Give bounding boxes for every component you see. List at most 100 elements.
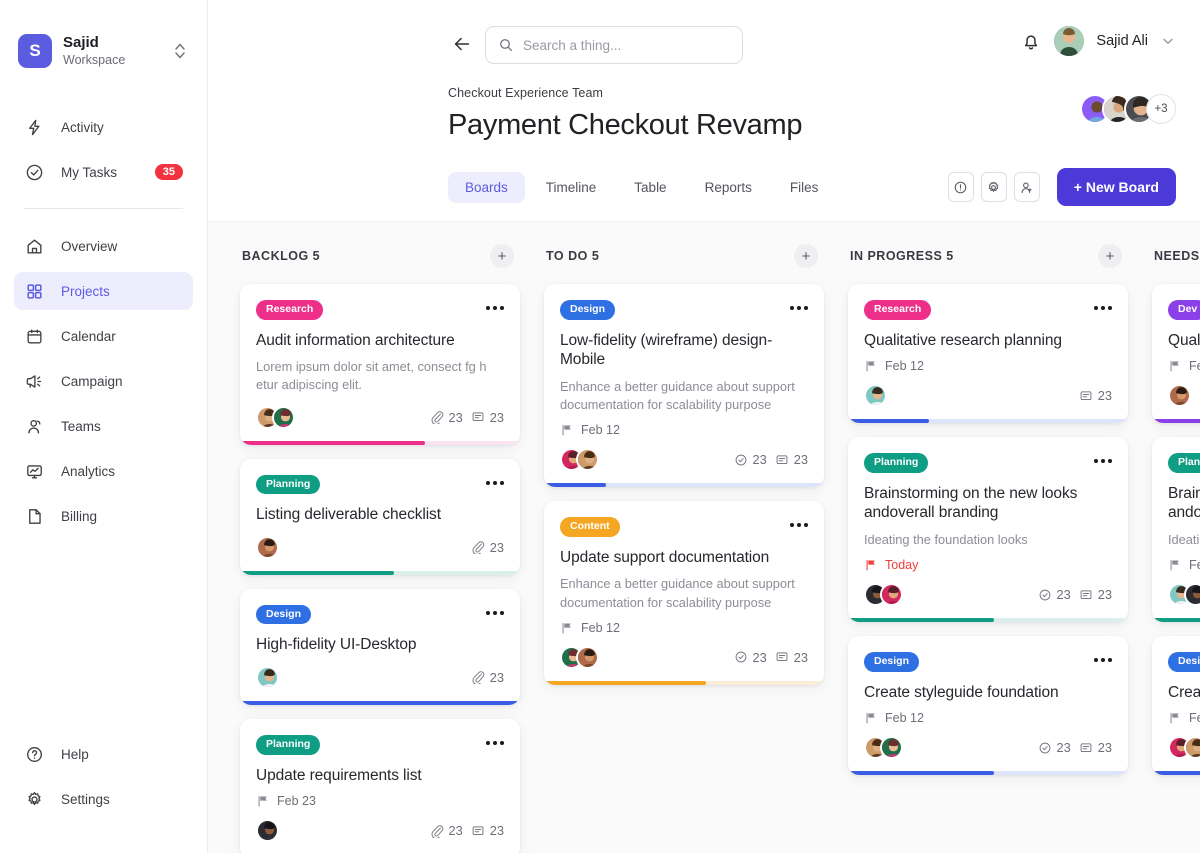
- flag-icon: [1170, 361, 1179, 372]
- card-top: Design: [1168, 652, 1200, 672]
- tab-boards[interactable]: Boards: [448, 172, 525, 203]
- task-card[interactable]: Design Low-fidelity (wireframe) design-M…: [544, 284, 824, 488]
- info-circle-icon: [955, 181, 967, 193]
- task-card[interactable]: Planning Update requirements list Feb 23 …: [240, 718, 520, 853]
- avatar[interactable]: [1054, 26, 1085, 56]
- attachment-icon: [472, 671, 485, 685]
- info-button[interactable]: [947, 172, 974, 202]
- card-assignees[interactable]: [256, 405, 295, 429]
- flag-icon: [562, 622, 571, 634]
- sidebar-item-calendar[interactable]: Calendar: [14, 317, 193, 355]
- task-card[interactable]: Planning Brainstorming on the new looks …: [1152, 437, 1200, 623]
- card-menu-button[interactable]: [1094, 453, 1112, 464]
- back-button[interactable]: [448, 30, 476, 58]
- task-card[interactable]: Dev Qualitative research planning Feb 12: [1152, 284, 1200, 424]
- column-title: NEEDS REVIEW: [1154, 249, 1200, 263]
- bell-icon[interactable]: [1020, 30, 1042, 52]
- task-card[interactable]: Design High-fidelity UI-Desktop 23: [240, 588, 520, 705]
- search-input[interactable]: [523, 37, 730, 53]
- card-assignees[interactable]: [256, 665, 279, 689]
- sidebar-item-label: Projects: [61, 283, 110, 299]
- card-assignees[interactable]: [256, 819, 279, 843]
- card-title: Qualitative research planning: [864, 331, 1062, 349]
- card-top: Planning: [1168, 453, 1200, 473]
- card-top: Design: [256, 604, 504, 625]
- add-card-button[interactable]: +: [490, 244, 514, 268]
- new-board-button[interactable]: + New Board: [1056, 168, 1176, 206]
- sidebar-item-billing[interactable]: Billing: [14, 497, 193, 535]
- project-members[interactable]: +3: [1080, 94, 1176, 124]
- card-metrics: 23: [471, 540, 504, 555]
- column-title: TO DO 5: [546, 249, 600, 263]
- card-menu-button[interactable]: [486, 300, 504, 310]
- sidebar-item-settings[interactable]: Settings: [14, 780, 193, 818]
- comment-icon: [1080, 391, 1092, 400]
- comment-icon: [472, 826, 484, 835]
- sidebar-item-campaign[interactable]: Campaign: [14, 362, 193, 400]
- card-top: Planning: [864, 453, 1112, 473]
- task-card[interactable]: Research Qualitative research planning Fe…: [848, 284, 1128, 424]
- sidebar-item-teams[interactable]: Teams: [14, 407, 193, 445]
- sidebar-item-help[interactable]: Help: [14, 735, 193, 773]
- card-metric: 23: [775, 650, 808, 665]
- task-card[interactable]: Planning Listing deliverable checklist 2…: [240, 458, 520, 575]
- card-footer: 23 23: [864, 736, 1112, 775]
- sidebar-item-label: Help: [61, 746, 89, 762]
- card-menu-button[interactable]: [486, 735, 504, 745]
- sidebar-item-projects[interactable]: Projects: [14, 272, 193, 310]
- sidebar-item-activity[interactable]: Activity: [14, 108, 193, 146]
- card-metric-value: 23: [1097, 587, 1112, 603]
- card-menu-button[interactable]: [1094, 300, 1112, 310]
- card-assignees[interactable]: [864, 736, 903, 760]
- card-metric-value: 23: [1097, 740, 1112, 756]
- card-avatar-image: [882, 738, 901, 758]
- card-assignees[interactable]: [1168, 384, 1191, 408]
- card-assignees[interactable]: [1168, 583, 1200, 607]
- members-overflow-badge[interactable]: +3: [1146, 94, 1176, 124]
- user-avatar-image: [1054, 26, 1085, 56]
- sidebar-item-label: Billing: [61, 508, 98, 524]
- megaphone-icon: [24, 371, 45, 392]
- card-menu-button[interactable]: [1094, 652, 1112, 663]
- task-card[interactable]: Design Create styleguide foundation Feb 1…: [848, 636, 1128, 776]
- sidebar-main-group: Overview Projects Calendar Campaign Team…: [0, 227, 207, 542]
- sidebar-item-label: Activity: [61, 119, 104, 135]
- card-assignees[interactable]: [864, 583, 903, 607]
- card-assignees[interactable]: [560, 645, 599, 669]
- comment-icon: [776, 652, 788, 662]
- workspace-switcher[interactable]: S Sajid Workspace: [0, 0, 207, 68]
- card-top: Content: [560, 517, 808, 537]
- board-settings-button[interactable]: [980, 172, 1007, 202]
- card-menu-button[interactable]: [486, 475, 504, 485]
- card-title: Create styleguide foundation: [1168, 683, 1200, 701]
- task-card[interactable]: Content Update support documentation Enha…: [544, 501, 824, 685]
- sidebar-item-label: Overview: [61, 238, 118, 254]
- tab-reports[interactable]: Reports: [688, 172, 769, 203]
- chevron-down-icon[interactable]: [1160, 33, 1176, 49]
- column-cards: Design Low-fidelity (wireframe) design-M…: [544, 284, 824, 685]
- card-menu-button[interactable]: [486, 605, 504, 615]
- calendar-icon: [24, 326, 45, 347]
- card-menu-button[interactable]: [790, 517, 808, 528]
- add-card-button[interactable]: +: [794, 244, 818, 268]
- card-assignees[interactable]: [864, 384, 887, 408]
- search-box[interactable]: [485, 26, 743, 64]
- card-menu-button[interactable]: [790, 300, 808, 310]
- sidebar-item-my-tasks[interactable]: My Tasks 35: [14, 153, 193, 191]
- tab-files[interactable]: Files: [773, 172, 836, 203]
- card-assignees[interactable]: [256, 535, 279, 559]
- sidebar-item-overview[interactable]: Overview: [14, 227, 193, 265]
- card-assignees[interactable]: [1168, 736, 1200, 760]
- sidebar-item-analytics[interactable]: Analytics: [14, 452, 193, 490]
- card-description: Lorem ipsum dolor sit amet, consect fg h…: [256, 359, 487, 393]
- chevron-updown-icon[interactable]: [171, 38, 189, 64]
- card-assignees[interactable]: [560, 448, 599, 472]
- task-card[interactable]: Planning Brainstorming on the new looks …: [848, 437, 1128, 623]
- kanban-board[interactable]: BACKLOG 5 + Research Audit information ar…: [208, 221, 1200, 853]
- tab-timeline[interactable]: Timeline: [529, 172, 614, 203]
- add-member-button[interactable]: [1013, 172, 1040, 202]
- tab-table[interactable]: Table: [617, 172, 683, 203]
- task-card[interactable]: Design Create styleguide foundation Feb 1…: [1152, 636, 1200, 776]
- task-card[interactable]: Research Audit information architecture L…: [240, 284, 520, 445]
- add-card-button[interactable]: +: [1098, 244, 1122, 268]
